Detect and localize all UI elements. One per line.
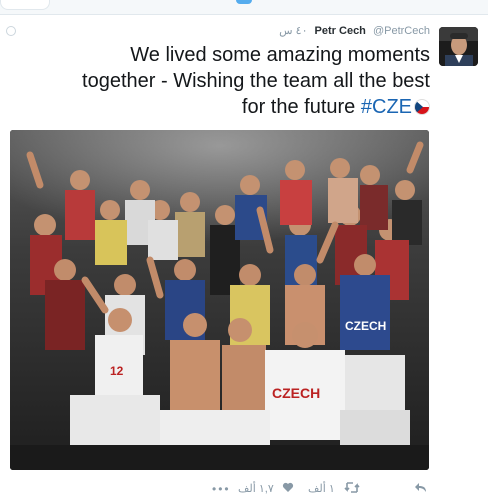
twitter-bird-icon <box>236 0 252 4</box>
retweet-icon[interactable] <box>344 482 360 496</box>
more-icon[interactable]: ••• <box>212 482 231 496</box>
user-name[interactable]: Petr Cech <box>315 25 366 37</box>
likes-count: ١,٧ ألف <box>238 483 274 495</box>
avatar[interactable] <box>439 27 478 66</box>
shirt-text-front: CZECH <box>272 385 320 401</box>
tweet-text: We lived some amazing moments together -… <box>10 42 430 120</box>
tweet-text-line3-text: for the future <box>241 96 356 118</box>
team-celebration-photo: CZECH 12 CZECH <box>10 130 429 470</box>
expand-icon[interactable] <box>6 26 16 36</box>
reply-icon[interactable] <box>414 482 427 496</box>
tweet-text-line1: We lived some amazing moments <box>130 44 430 66</box>
tweet-text-line2: together - Wishing the team all the best <box>82 70 430 92</box>
tweet-time[interactable]: ٤٠ س <box>279 25 307 37</box>
retweets-count: ١ ألف <box>308 483 335 495</box>
user-handle[interactable]: @PetrCech <box>373 25 430 37</box>
tweet-text-line3: for the future #CZE <box>10 94 430 120</box>
tweet-header: Petr Cech @PetrCech ٤٠ س <box>279 24 430 37</box>
avatar-image <box>439 27 478 66</box>
top-strip <box>0 0 488 15</box>
tweet-photo[interactable]: CZECH 12 CZECH <box>10 130 429 470</box>
search-box[interactable] <box>0 0 50 10</box>
heart-icon[interactable] <box>282 482 294 496</box>
hashtag-link[interactable]: #CZE <box>361 96 412 118</box>
tweet-actions: ••• ١,٧ ألف ١ ألف <box>0 480 488 500</box>
shirt-text-back: CZECH <box>345 319 386 333</box>
shirt-number: 12 <box>110 364 124 378</box>
czech-flag-icon <box>414 99 430 115</box>
